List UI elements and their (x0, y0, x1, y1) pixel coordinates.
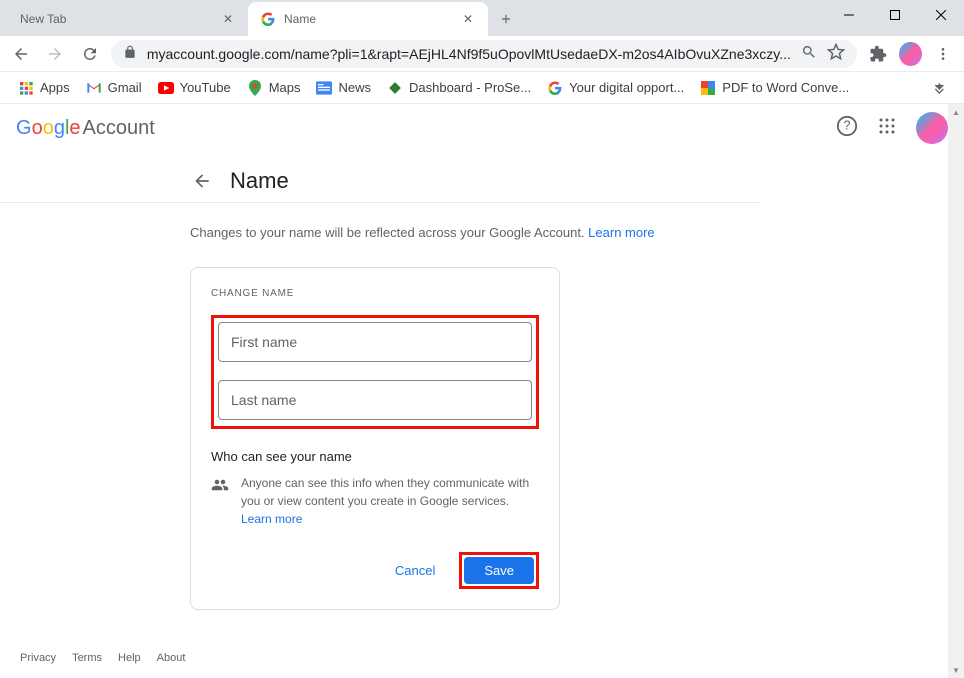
maximize-button[interactable] (872, 0, 918, 30)
bookmark-digital[interactable]: Your digital opport... (541, 76, 690, 100)
bookmark-dashboard[interactable]: Dashboard - ProSe... (381, 76, 537, 100)
footer-privacy[interactable]: Privacy (20, 652, 56, 664)
apps-icon (18, 80, 34, 96)
help-icon[interactable]: ? (836, 115, 858, 142)
logo-suffix: Account (83, 117, 155, 139)
bookmark-label: Apps (40, 80, 70, 95)
google-icon (547, 80, 563, 96)
footer-help[interactable]: Help (118, 652, 141, 664)
google-account-logo[interactable]: GoogleAccount (16, 117, 155, 140)
people-icon (211, 474, 229, 528)
info-row: Anyone can see this info when they commu… (211, 474, 539, 528)
bookmark-news[interactable]: News (310, 76, 377, 100)
apps-grid-icon[interactable] (878, 117, 896, 140)
forward-button[interactable] (42, 40, 68, 68)
lock-icon (123, 45, 137, 62)
footer-about[interactable]: About (157, 652, 186, 664)
header-actions: ? (836, 112, 948, 144)
extensions-icon[interactable] (865, 40, 891, 68)
profile-avatar[interactable] (899, 42, 922, 66)
news-icon (316, 80, 332, 96)
tab-newtab[interactable]: New Tab ✕ (8, 2, 248, 36)
save-highlight: Save (459, 552, 539, 589)
cancel-button[interactable]: Cancel (383, 555, 447, 586)
account-header: GoogleAccount ? (0, 104, 964, 152)
card-section-title: CHANGE NAME (211, 288, 539, 299)
dashboard-icon (387, 80, 403, 96)
first-name-input[interactable] (218, 322, 532, 362)
browser-toolbar: myaccount.google.com/name?pli=1&rapt=AEj… (0, 36, 964, 72)
bookmark-label: Maps (269, 80, 301, 95)
bookmark-apps[interactable]: Apps (12, 76, 76, 100)
maps-icon (247, 80, 263, 96)
menu-icon[interactable] (930, 40, 956, 68)
minimize-button[interactable] (826, 0, 872, 30)
page-titlebar: Name (0, 152, 760, 203)
account-avatar[interactable] (916, 112, 948, 144)
who-can-see-title: Who can see your name (211, 449, 539, 464)
close-icon[interactable]: ✕ (460, 11, 476, 27)
back-arrow[interactable] (190, 169, 214, 193)
page-subtext: Changes to your name will be reflected a… (190, 223, 890, 243)
window-controls (826, 0, 964, 30)
scroll-down-icon[interactable]: ▼ (948, 662, 964, 678)
reload-button[interactable] (77, 40, 103, 68)
address-bar[interactable]: myaccount.google.com/name?pli=1&rapt=AEj… (111, 40, 857, 68)
inputs-highlight (211, 315, 539, 429)
bookmark-label: PDF to Word Conve... (722, 80, 849, 95)
back-button[interactable] (8, 40, 34, 68)
bookmark-pdf[interactable]: PDF to Word Conve... (694, 76, 855, 100)
save-button[interactable]: Save (464, 557, 534, 584)
page-content: Name Changes to your name will be reflec… (0, 152, 964, 678)
zoom-icon[interactable] (801, 44, 817, 63)
page-title: Name (230, 168, 289, 194)
bookmark-label: Gmail (108, 80, 142, 95)
new-tab-button[interactable] (492, 5, 520, 33)
close-button[interactable] (918, 0, 964, 30)
bookmark-gmail[interactable]: Gmail (80, 76, 148, 100)
bookmark-label: News (338, 80, 371, 95)
pdf-icon (700, 80, 716, 96)
last-name-input[interactable] (218, 380, 532, 420)
who-text-container: Anyone can see this info when they commu… (241, 474, 539, 528)
learn-more-link[interactable]: Learn more (588, 225, 654, 240)
scroll-up-icon[interactable]: ▲ (948, 104, 964, 120)
google-favicon (260, 11, 276, 27)
tab-title: New Tab (20, 12, 220, 26)
change-name-card: CHANGE NAME Who can see your name Anyone… (190, 267, 560, 610)
bookmarks-overflow[interactable] (928, 74, 952, 101)
tab-strip: New Tab ✕ Name ✕ (0, 2, 520, 36)
browser-titlebar: New Tab ✕ Name ✕ (0, 0, 964, 36)
footer-terms[interactable]: Terms (72, 652, 102, 664)
bookmark-label: Your digital opport... (569, 80, 684, 95)
bookmarks-bar: Apps Gmail YouTube Maps News Dashboard -… (0, 72, 964, 104)
bookmark-youtube[interactable]: YouTube (152, 76, 237, 100)
bookmark-label: Dashboard - ProSe... (409, 80, 531, 95)
gmail-icon (86, 80, 102, 96)
svg-text:?: ? (843, 117, 850, 132)
learn-more-link[interactable]: Learn more (241, 512, 302, 526)
tab-name[interactable]: Name ✕ (248, 2, 488, 36)
url-text: myaccount.google.com/name?pli=1&rapt=AEj… (147, 46, 791, 62)
bookmark-label: YouTube (180, 80, 231, 95)
footer: Privacy Terms Help About (20, 652, 185, 664)
star-icon[interactable] (827, 43, 845, 64)
scrollbar[interactable]: ▲ ▼ (948, 104, 964, 678)
card-actions: Cancel Save (211, 552, 539, 589)
close-icon[interactable]: ✕ (220, 11, 236, 27)
youtube-icon (158, 80, 174, 96)
tab-title: Name (284, 12, 460, 26)
bookmark-maps[interactable]: Maps (241, 76, 307, 100)
